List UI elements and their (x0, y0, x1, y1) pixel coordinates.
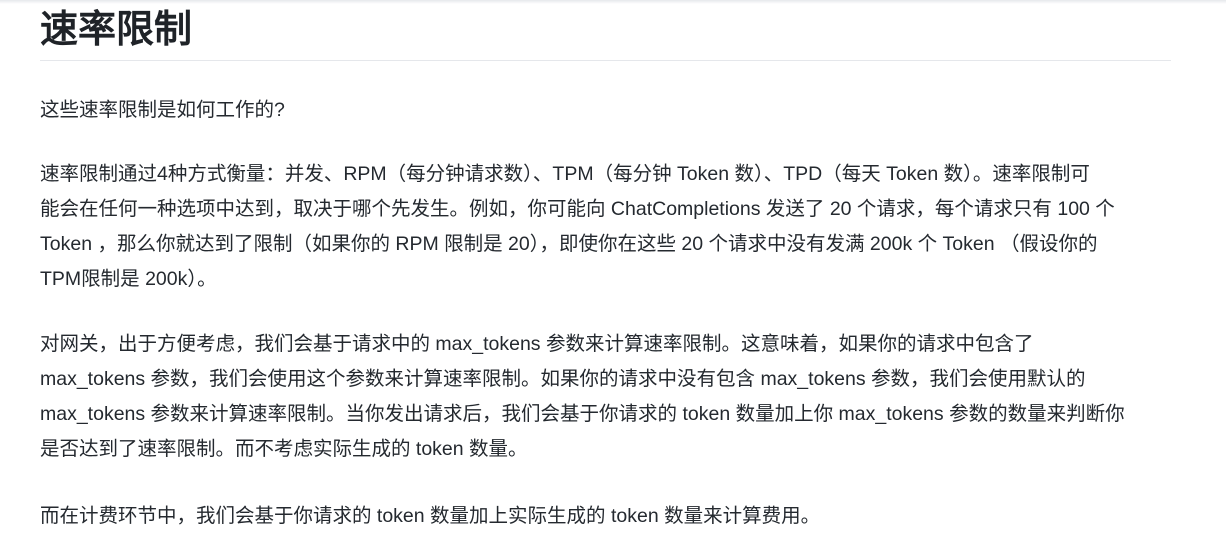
paragraph-gateway: 对网关，出于方便考虑，我们会基于请求中的 max_tokens 参数来计算速率限… (40, 327, 1171, 467)
paragraph-rate-limit-measure: 速率限制通过4种方式衡量：并发、RPM（每分钟请求数）、TPM（每分钟 Toke… (40, 157, 1171, 297)
paragraph-line: Token ，那么你就达到了限制（如果你的 RPM 限制是 20），即使你在这些… (40, 233, 1098, 255)
page-title: 速率限制 (40, 0, 1171, 61)
paragraph-line: max_tokens 参数来计算速率限制。当你发出请求后，我们会基于你请求的 t… (40, 403, 1125, 425)
paragraph-line: 对网关，出于方便考虑，我们会基于请求中的 max_tokens 参数来计算速率限… (40, 333, 1034, 355)
paragraph-line: TPM限制是 200k）。 (40, 268, 217, 290)
paragraph-line: 能会在任何一种选项中达到，取决于哪个先发生。例如，你可能向 ChatComple… (40, 198, 1115, 220)
paragraph-billing: 而在计费环节中，我们会基于你请求的 token 数量加上实际生成的 token … (40, 505, 821, 527)
paragraph-line: 是否达到了速率限制。而不考虑实际生成的 token 数量。 (40, 438, 528, 460)
paragraph-line: 速率限制通过4种方式衡量：并发、RPM（每分钟请求数）、TPM（每分钟 Toke… (40, 163, 1090, 185)
paragraph-line: max_tokens 参数，我们会使用这个参数来计算速率限制。如果你的请求中没有… (40, 368, 1086, 390)
paragraph-question: 这些速率限制是如何工作的? (40, 99, 285, 121)
article-content: 速率限制 这些速率限制是如何工作的? 速率限制通过4种方式衡量：并发、RPM（每… (40, 0, 1171, 527)
